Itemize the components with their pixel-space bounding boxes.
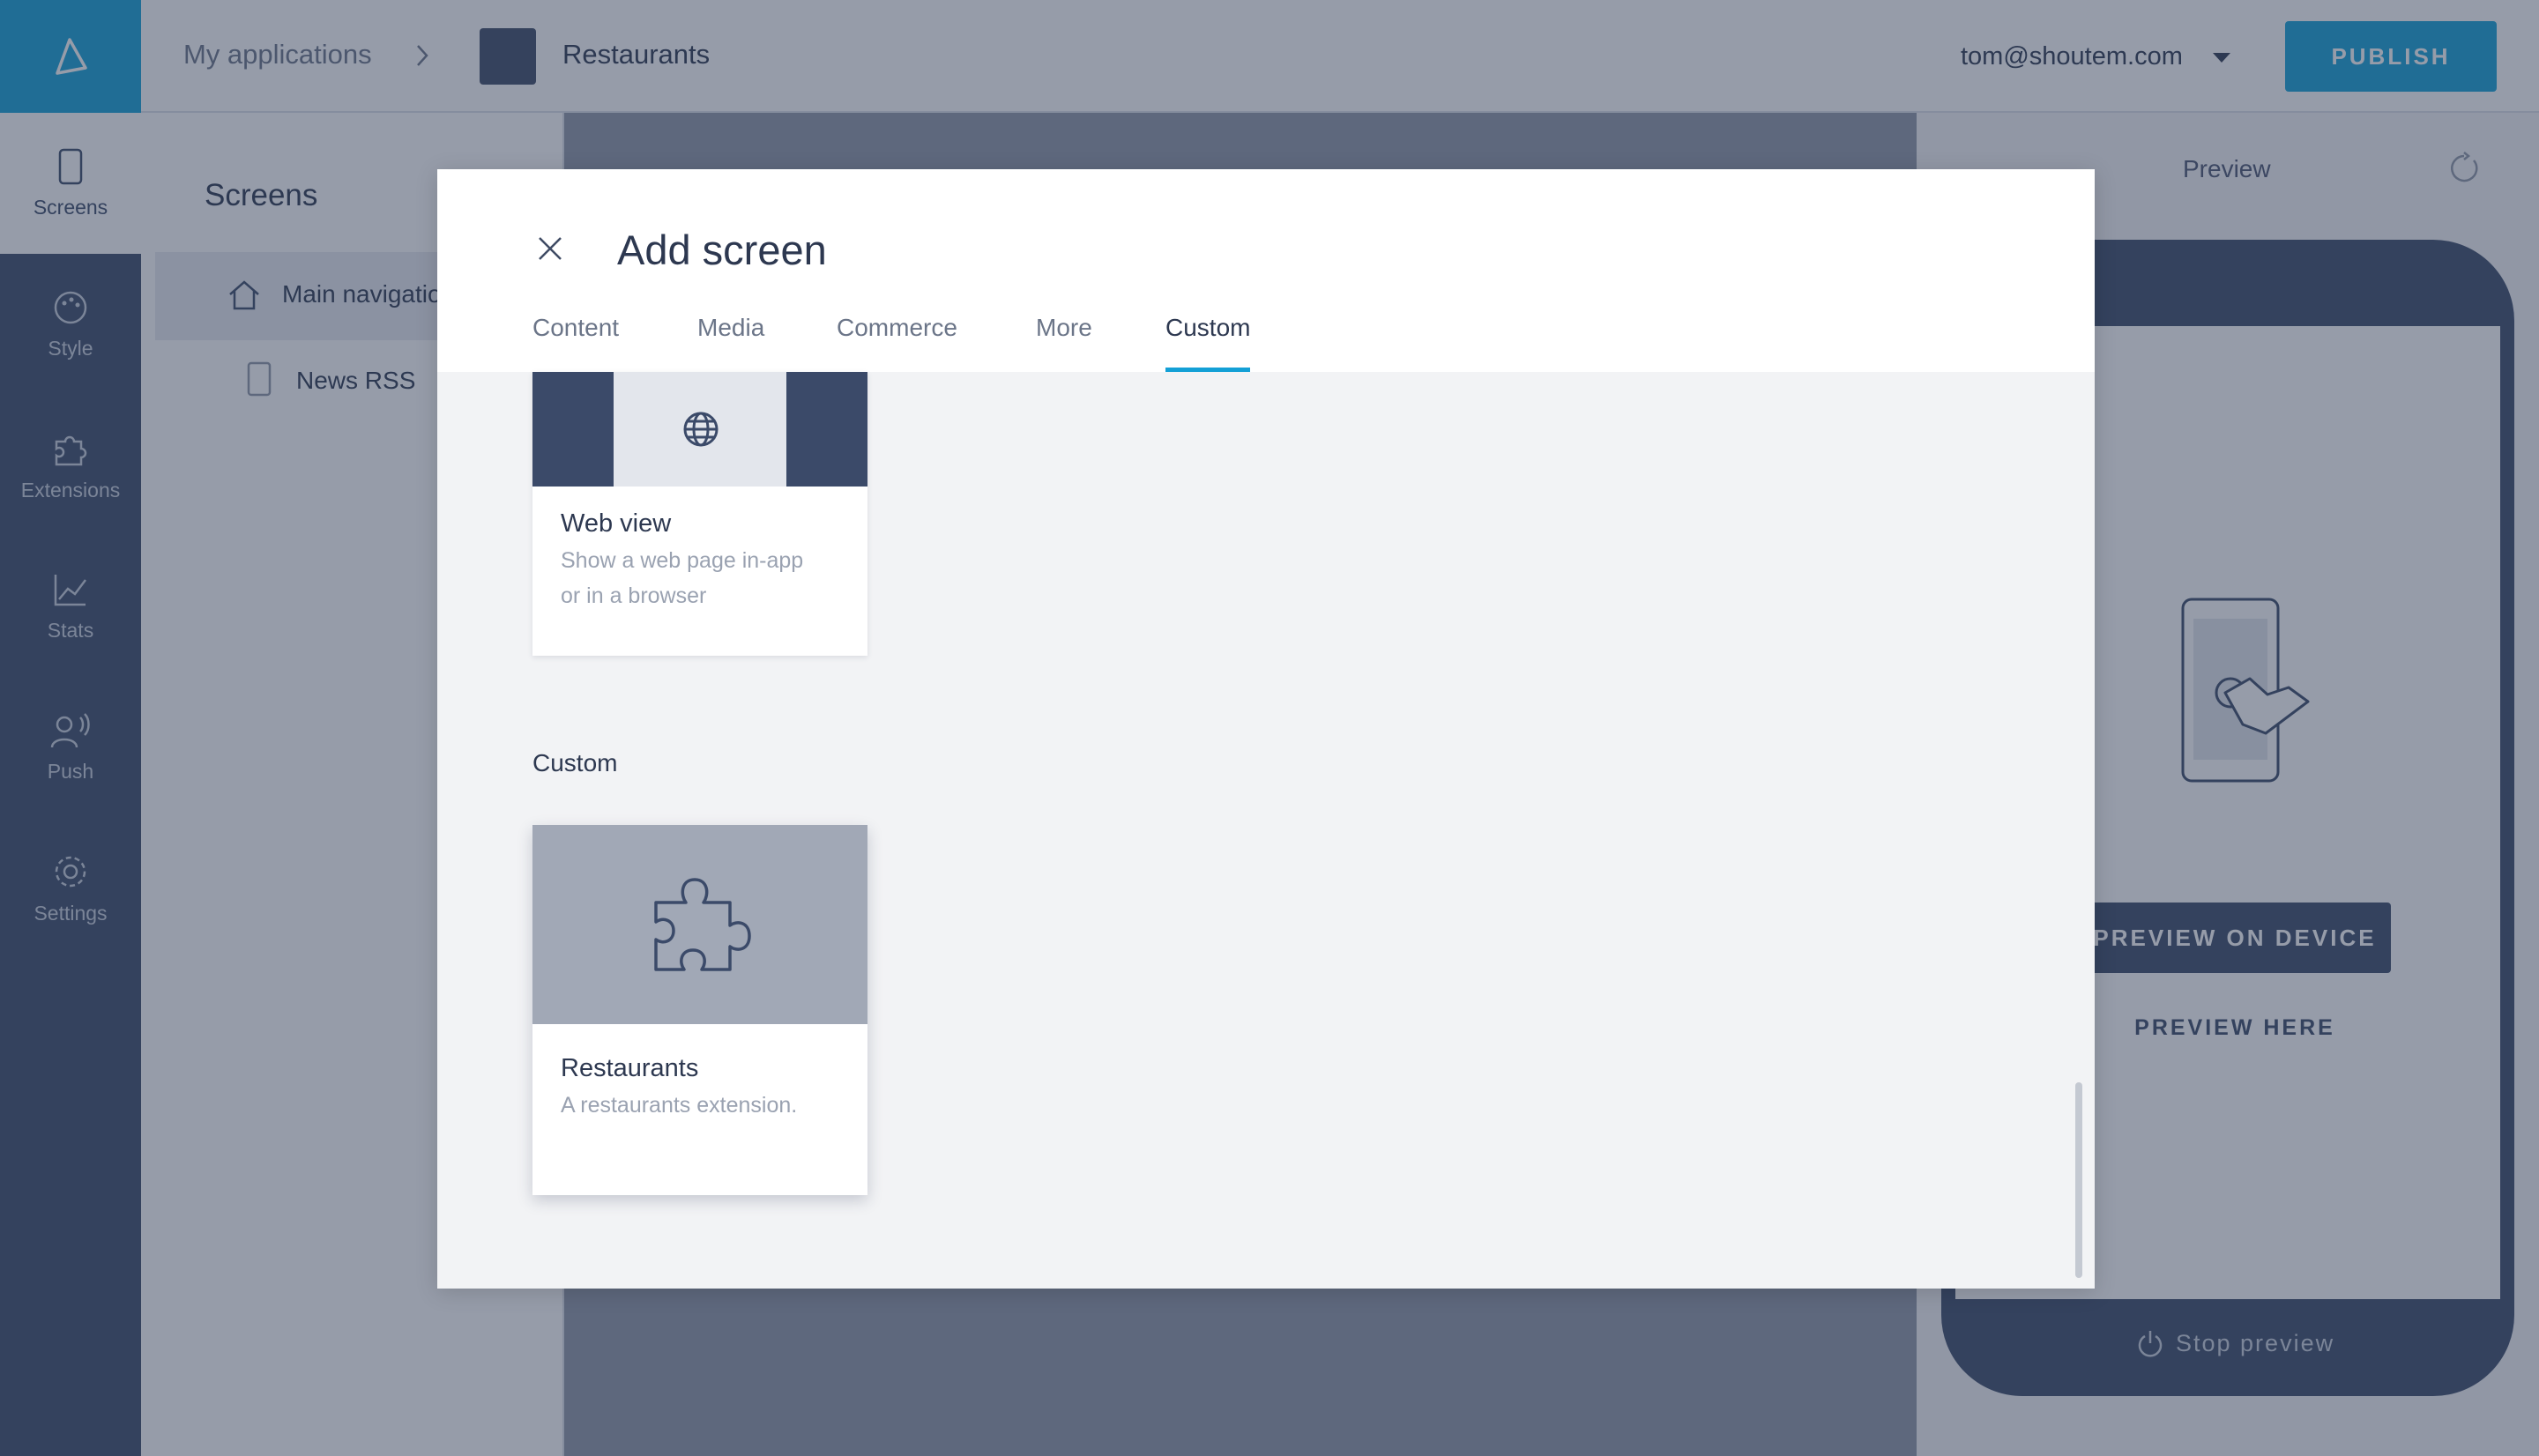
screen-card-restaurants[interactable]: Restaurants A restaurants extension. bbox=[532, 825, 867, 1195]
tab-more[interactable]: More bbox=[1036, 314, 1092, 372]
card-description-line2: or in a browser bbox=[561, 583, 707, 608]
card-thumbnail bbox=[532, 825, 867, 1024]
modal-title: Add screen bbox=[617, 227, 827, 273]
card-thumbnail bbox=[532, 372, 867, 487]
globe-icon bbox=[683, 412, 719, 447]
card-description: A restaurants extension. bbox=[561, 1093, 798, 1118]
close-icon[interactable] bbox=[536, 234, 564, 263]
card-title: Web view bbox=[561, 509, 672, 538]
tab-commerce[interactable]: Commerce bbox=[837, 314, 957, 372]
puzzle-icon bbox=[654, 878, 751, 971]
modal-header: Add screen Content Media Commerce More C… bbox=[437, 169, 2095, 372]
scrollbar[interactable] bbox=[2075, 1082, 2082, 1278]
section-label-custom: Custom bbox=[532, 749, 618, 776]
screen-card-web-view[interactable]: Web view Show a web page in-app or in a … bbox=[532, 372, 867, 656]
tab-content[interactable]: Content bbox=[532, 314, 619, 372]
card-title: Restaurants bbox=[561, 1054, 699, 1082]
tab-media[interactable]: Media bbox=[697, 314, 764, 372]
card-description-line1: Show a web page in-app bbox=[561, 548, 804, 573]
add-screen-modal: Add screen Content Media Commerce More C… bbox=[437, 169, 2095, 1289]
tab-custom[interactable]: Custom bbox=[1165, 314, 1251, 372]
